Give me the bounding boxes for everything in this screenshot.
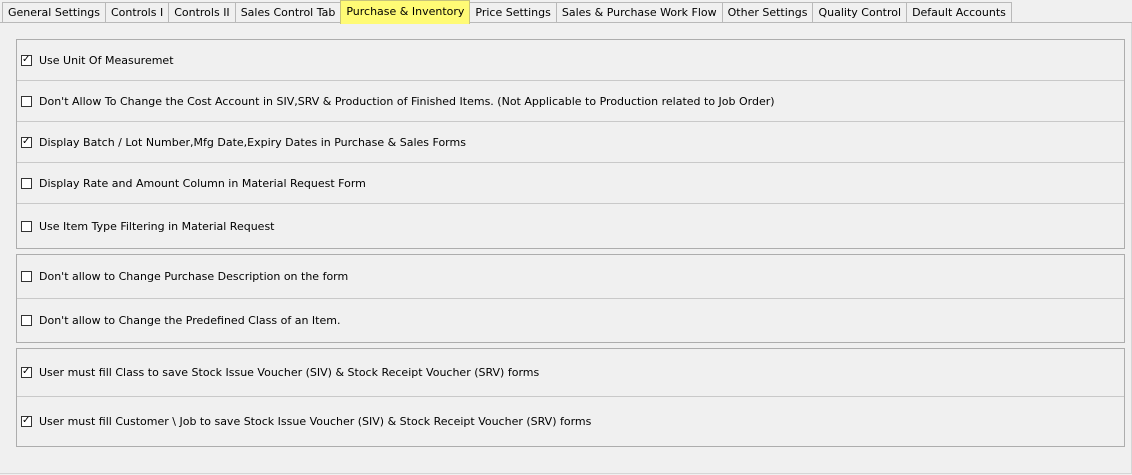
checkbox-rate-amount[interactable] [21, 177, 32, 189]
setting-row-cost-account[interactable]: Don't Allow To Change the Cost Account i… [17, 81, 1124, 122]
setting-label: Use Unit Of Measuremet [39, 53, 174, 67]
settings-group-inventory: Use Unit Of Measuremet Don't Allow To Ch… [16, 39, 1125, 249]
tab-controls-i[interactable]: Controls I [104, 2, 170, 22]
tab-quality-control[interactable]: Quality Control [812, 2, 908, 22]
setting-label: Display Rate and Amount Column in Materi… [39, 176, 366, 190]
checkbox-cost-account[interactable] [21, 95, 32, 107]
checkbox-purchase-description[interactable] [21, 271, 32, 282]
setting-row-fill-class[interactable]: User must fill Class to save Stock Issue… [17, 349, 1124, 397]
checkbox-unit-of-measure[interactable] [21, 53, 32, 67]
tab-price-settings[interactable]: Price Settings [469, 2, 557, 22]
setting-row-predefined-class[interactable]: Don't allow to Change the Predefined Cla… [17, 299, 1124, 342]
tab-purchase-inventory[interactable]: Purchase & Inventory [340, 0, 471, 24]
setting-label: Use Item Type Filtering in Material Requ… [39, 220, 275, 233]
setting-label: User must fill Customer \ Job to save St… [39, 415, 592, 428]
settings-group-descriptions: Don't allow to Change Purchase Descripti… [16, 254, 1125, 343]
tab-sales-purchase-work-flow[interactable]: Sales & Purchase Work Flow [555, 2, 723, 22]
checkbox-predefined-class[interactable] [21, 315, 32, 326]
setting-label: Don't allow to Change the Predefined Cla… [39, 314, 341, 327]
tab-controls-ii[interactable]: Controls II [168, 2, 236, 22]
setting-label: Display Batch / Lot Number,Mfg Date,Expi… [39, 135, 466, 149]
settings-group-vouchers: User must fill Class to save Stock Issue… [16, 348, 1125, 447]
checkbox-item-type-filter[interactable] [21, 221, 32, 232]
checkbox-fill-customer-job[interactable] [21, 414, 32, 428]
tab-other-settings[interactable]: Other Settings [721, 2, 814, 22]
setting-label: Don't allow to Change Purchase Descripti… [39, 270, 349, 283]
setting-row-fill-customer-job[interactable]: User must fill Customer \ Job to save St… [17, 397, 1124, 446]
tab-sales-control[interactable]: Sales Control Tab [234, 2, 342, 22]
setting-label: Don't Allow To Change the Cost Account i… [39, 94, 775, 108]
checkbox-batch-lot[interactable] [21, 135, 32, 149]
setting-row-batch-lot[interactable]: Display Batch / Lot Number,Mfg Date,Expi… [17, 122, 1124, 163]
setting-label: User must fill Class to save Stock Issue… [39, 366, 540, 379]
setting-row-unit-of-measure[interactable]: Use Unit Of Measuremet [17, 40, 1124, 81]
checkbox-fill-class[interactable] [21, 365, 32, 379]
tab-page-purchase-inventory: Use Unit Of Measuremet Don't Allow To Ch… [0, 23, 1132, 474]
tab-general-settings[interactable]: General Settings [2, 2, 106, 22]
tab-default-accounts[interactable]: Default Accounts [906, 2, 1012, 22]
setting-row-purchase-description[interactable]: Don't allow to Change Purchase Descripti… [17, 255, 1124, 299]
setting-row-rate-amount[interactable]: Display Rate and Amount Column in Materi… [17, 163, 1124, 204]
tab-bar: General Settings Controls I Controls II … [0, 0, 1132, 24]
setting-row-item-type-filter[interactable]: Use Item Type Filtering in Material Requ… [17, 204, 1124, 249]
